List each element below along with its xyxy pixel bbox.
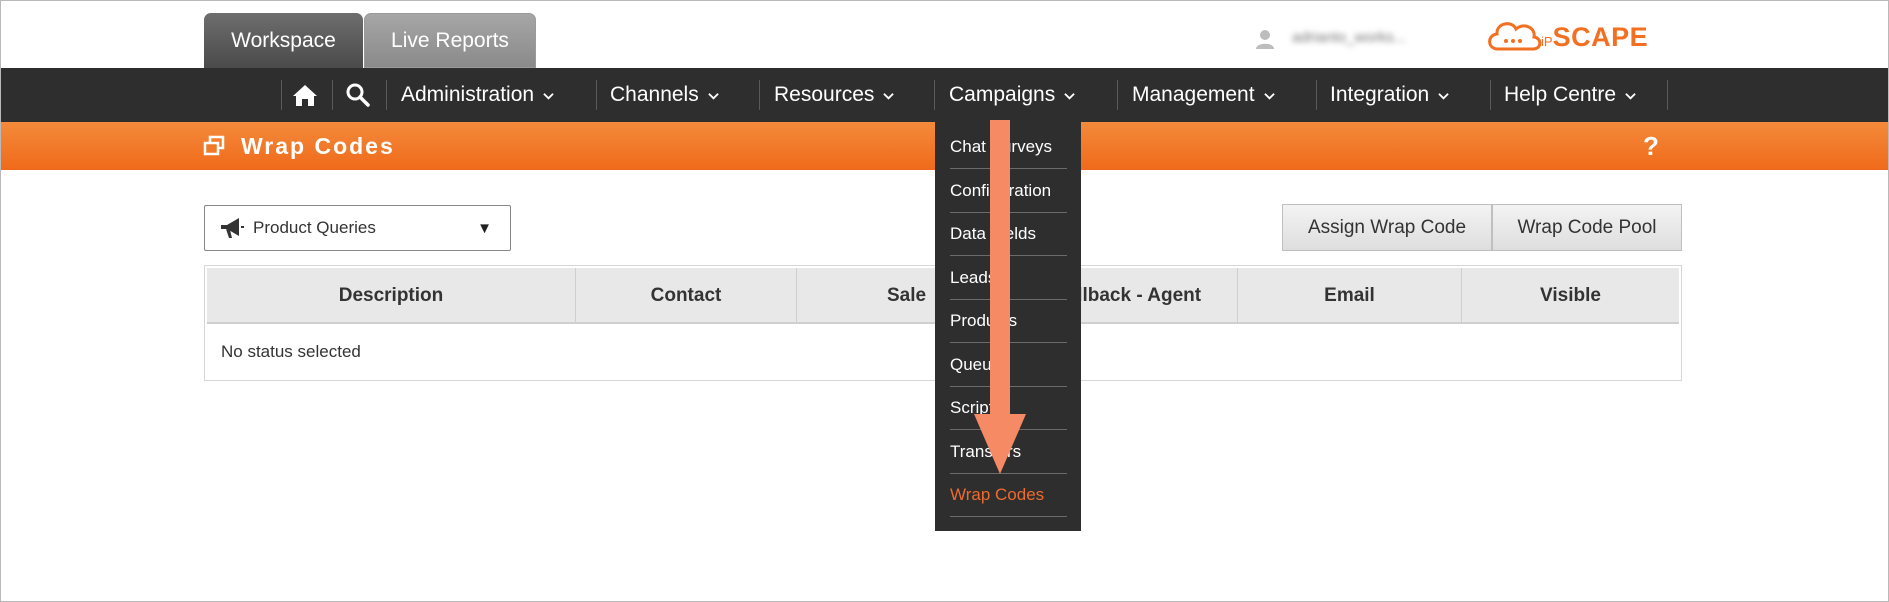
nav-channels[interactable]: Channels (610, 68, 719, 122)
tab-live-reports-label: Live Reports (391, 28, 509, 52)
nav-campaigns-label: Campaigns (949, 83, 1056, 106)
nav-management-label: Management (1132, 83, 1255, 106)
chevron-down-icon (883, 92, 895, 100)
main-navbar: Administration Channels Resources Campai… (1, 68, 1888, 122)
column-header-description[interactable]: Description (207, 268, 576, 324)
nav-administration[interactable]: Administration (401, 68, 554, 122)
nav-resources-label: Resources (774, 83, 875, 106)
user-icon[interactable] (1254, 28, 1276, 50)
nav-separator (934, 80, 935, 110)
nav-resources[interactable]: Resources (774, 68, 895, 122)
column-header-email[interactable]: Email (1238, 268, 1462, 324)
nav-integration[interactable]: Integration (1330, 68, 1449, 122)
nav-separator (596, 80, 597, 110)
menu-item-scripts[interactable]: Scripts (950, 386, 1067, 430)
nav-separator (386, 80, 387, 110)
nav-home[interactable] (292, 68, 318, 122)
logo-main: SCAPE (1552, 22, 1649, 52)
menu-item-wrap-codes[interactable]: Wrap Codes (950, 473, 1067, 517)
caret-down-icon: ▼ (477, 220, 492, 237)
windows-icon (203, 135, 225, 156)
menu-item-transfers[interactable]: Transfers (950, 430, 1067, 474)
tab-workspace[interactable]: Workspace (204, 13, 363, 68)
chevron-down-icon (1438, 92, 1449, 100)
nav-separator (1490, 80, 1491, 110)
tab-workspace-label: Workspace (231, 28, 336, 52)
empty-table-message: No status selected (221, 342, 361, 361)
wrap-code-pool-button[interactable]: Wrap Code Pool (1492, 204, 1682, 251)
nav-integration-label: Integration (1330, 83, 1430, 106)
nav-search[interactable] (346, 68, 370, 122)
menu-item-queues[interactable]: Queues (950, 343, 1067, 387)
menu-item-products[interactable]: Products (950, 299, 1067, 343)
campaign-select[interactable]: Product Queries ▼ (204, 205, 511, 251)
chevron-down-icon (708, 92, 719, 100)
menu-item-chat-surveys[interactable]: Chat Surveys (950, 125, 1067, 169)
help-icon[interactable]: ? (1643, 131, 1659, 162)
column-header-visible[interactable]: Visible (1462, 268, 1679, 324)
nav-separator (759, 80, 760, 110)
nav-separator (1667, 80, 1668, 110)
logo-text: iPSCAPE (1541, 22, 1648, 53)
page-title: Wrap Codes (241, 133, 395, 159)
campaigns-dropdown-menu: Chat Surveys Configuration Data Fields L… (935, 122, 1081, 531)
chevron-down-icon (1625, 92, 1636, 100)
nav-help-centre-label: Help Centre (1504, 83, 1617, 106)
tab-live-reports[interactable]: Live Reports (364, 13, 536, 68)
nav-administration-label: Administration (401, 83, 535, 106)
campaign-select-value: Product Queries (253, 218, 376, 237)
megaphone-icon (221, 218, 244, 238)
nav-separator (281, 80, 282, 110)
chevron-down-icon (1064, 92, 1075, 100)
nav-separator (1117, 80, 1118, 110)
column-header-contact[interactable]: Contact (576, 268, 797, 324)
user-name[interactable]: adrianto_works... (1292, 26, 1442, 50)
assign-wrap-code-button[interactable]: Assign Wrap Code (1282, 204, 1492, 251)
nav-separator (1316, 80, 1317, 110)
home-icon (293, 85, 317, 106)
logo-prefix: iP (1541, 34, 1553, 49)
search-icon (346, 83, 370, 107)
menu-item-configuration[interactable]: Configuration (950, 169, 1067, 213)
nav-channels-label: Channels (610, 83, 699, 106)
menu-item-data-fields[interactable]: Data Fields (950, 212, 1067, 256)
nav-help-centre[interactable]: Help Centre (1504, 68, 1636, 122)
chevron-down-icon (1263, 92, 1275, 100)
nav-management[interactable]: Management (1132, 68, 1275, 122)
menu-item-leads[interactable]: Leads (950, 256, 1067, 300)
nav-campaigns[interactable]: Campaigns (949, 68, 1075, 122)
chevron-down-icon (543, 92, 554, 100)
nav-separator (332, 80, 333, 110)
